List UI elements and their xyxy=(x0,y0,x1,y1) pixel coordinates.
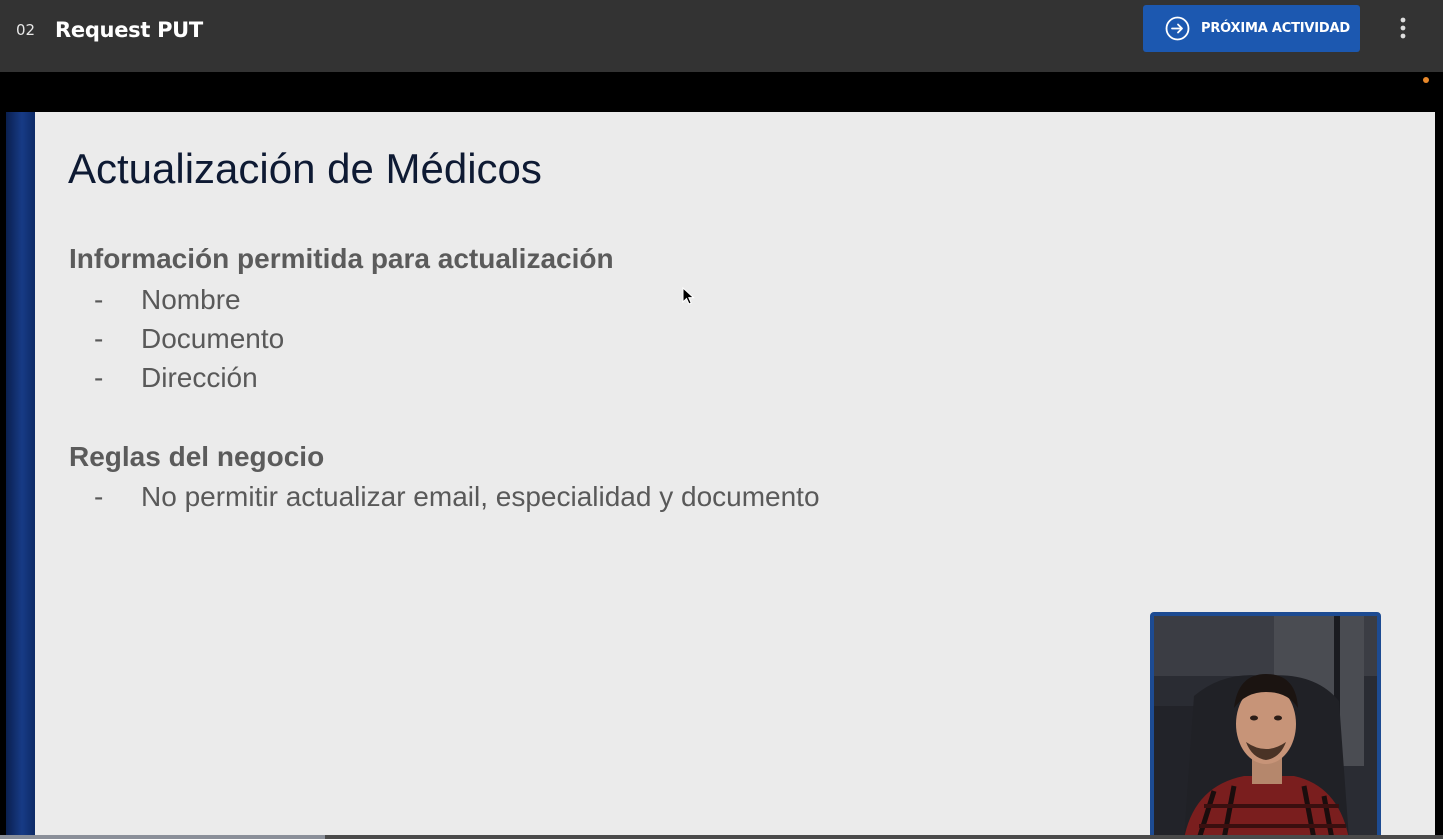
lesson-number: 02 xyxy=(16,21,36,39)
bullet-dash: - xyxy=(94,284,104,315)
top-bar: 02 Request PUT PRÓXIMA ACTIVIDAD xyxy=(0,0,1443,72)
bullet-text: Nombre xyxy=(141,284,241,315)
arrow-circle-right-icon xyxy=(1165,16,1190,41)
more-vertical-icon[interactable] xyxy=(1390,14,1416,42)
recording-indicator xyxy=(1423,77,1429,83)
section-heading: Información permitida para actualización xyxy=(69,243,614,274)
next-activity-button[interactable]: PRÓXIMA ACTIVIDAD xyxy=(1143,5,1360,52)
section-heading: Reglas del negocio xyxy=(69,441,325,472)
mouse-cursor-icon xyxy=(682,287,695,305)
slide-title: Actualización de Médicos xyxy=(68,145,542,192)
bullet-text: No permitir actualizar email, especialid… xyxy=(141,481,820,512)
next-activity-label: PRÓXIMA ACTIVIDAD xyxy=(1201,21,1350,36)
instructor-video-feed xyxy=(1154,616,1377,835)
video-progress-fill xyxy=(0,835,325,839)
lesson-title: Request PUT xyxy=(55,18,203,42)
bullet-dash: - xyxy=(94,323,104,354)
slide-sidebar-decoration xyxy=(6,112,35,839)
bullet-dash: - xyxy=(94,481,104,512)
bullet-dash: - xyxy=(94,362,104,393)
bullet-text: Dirección xyxy=(141,362,258,393)
instructor-webcam xyxy=(1150,612,1381,839)
video-progress-bar[interactable] xyxy=(0,835,1443,839)
bullet-text: Documento xyxy=(141,323,285,354)
